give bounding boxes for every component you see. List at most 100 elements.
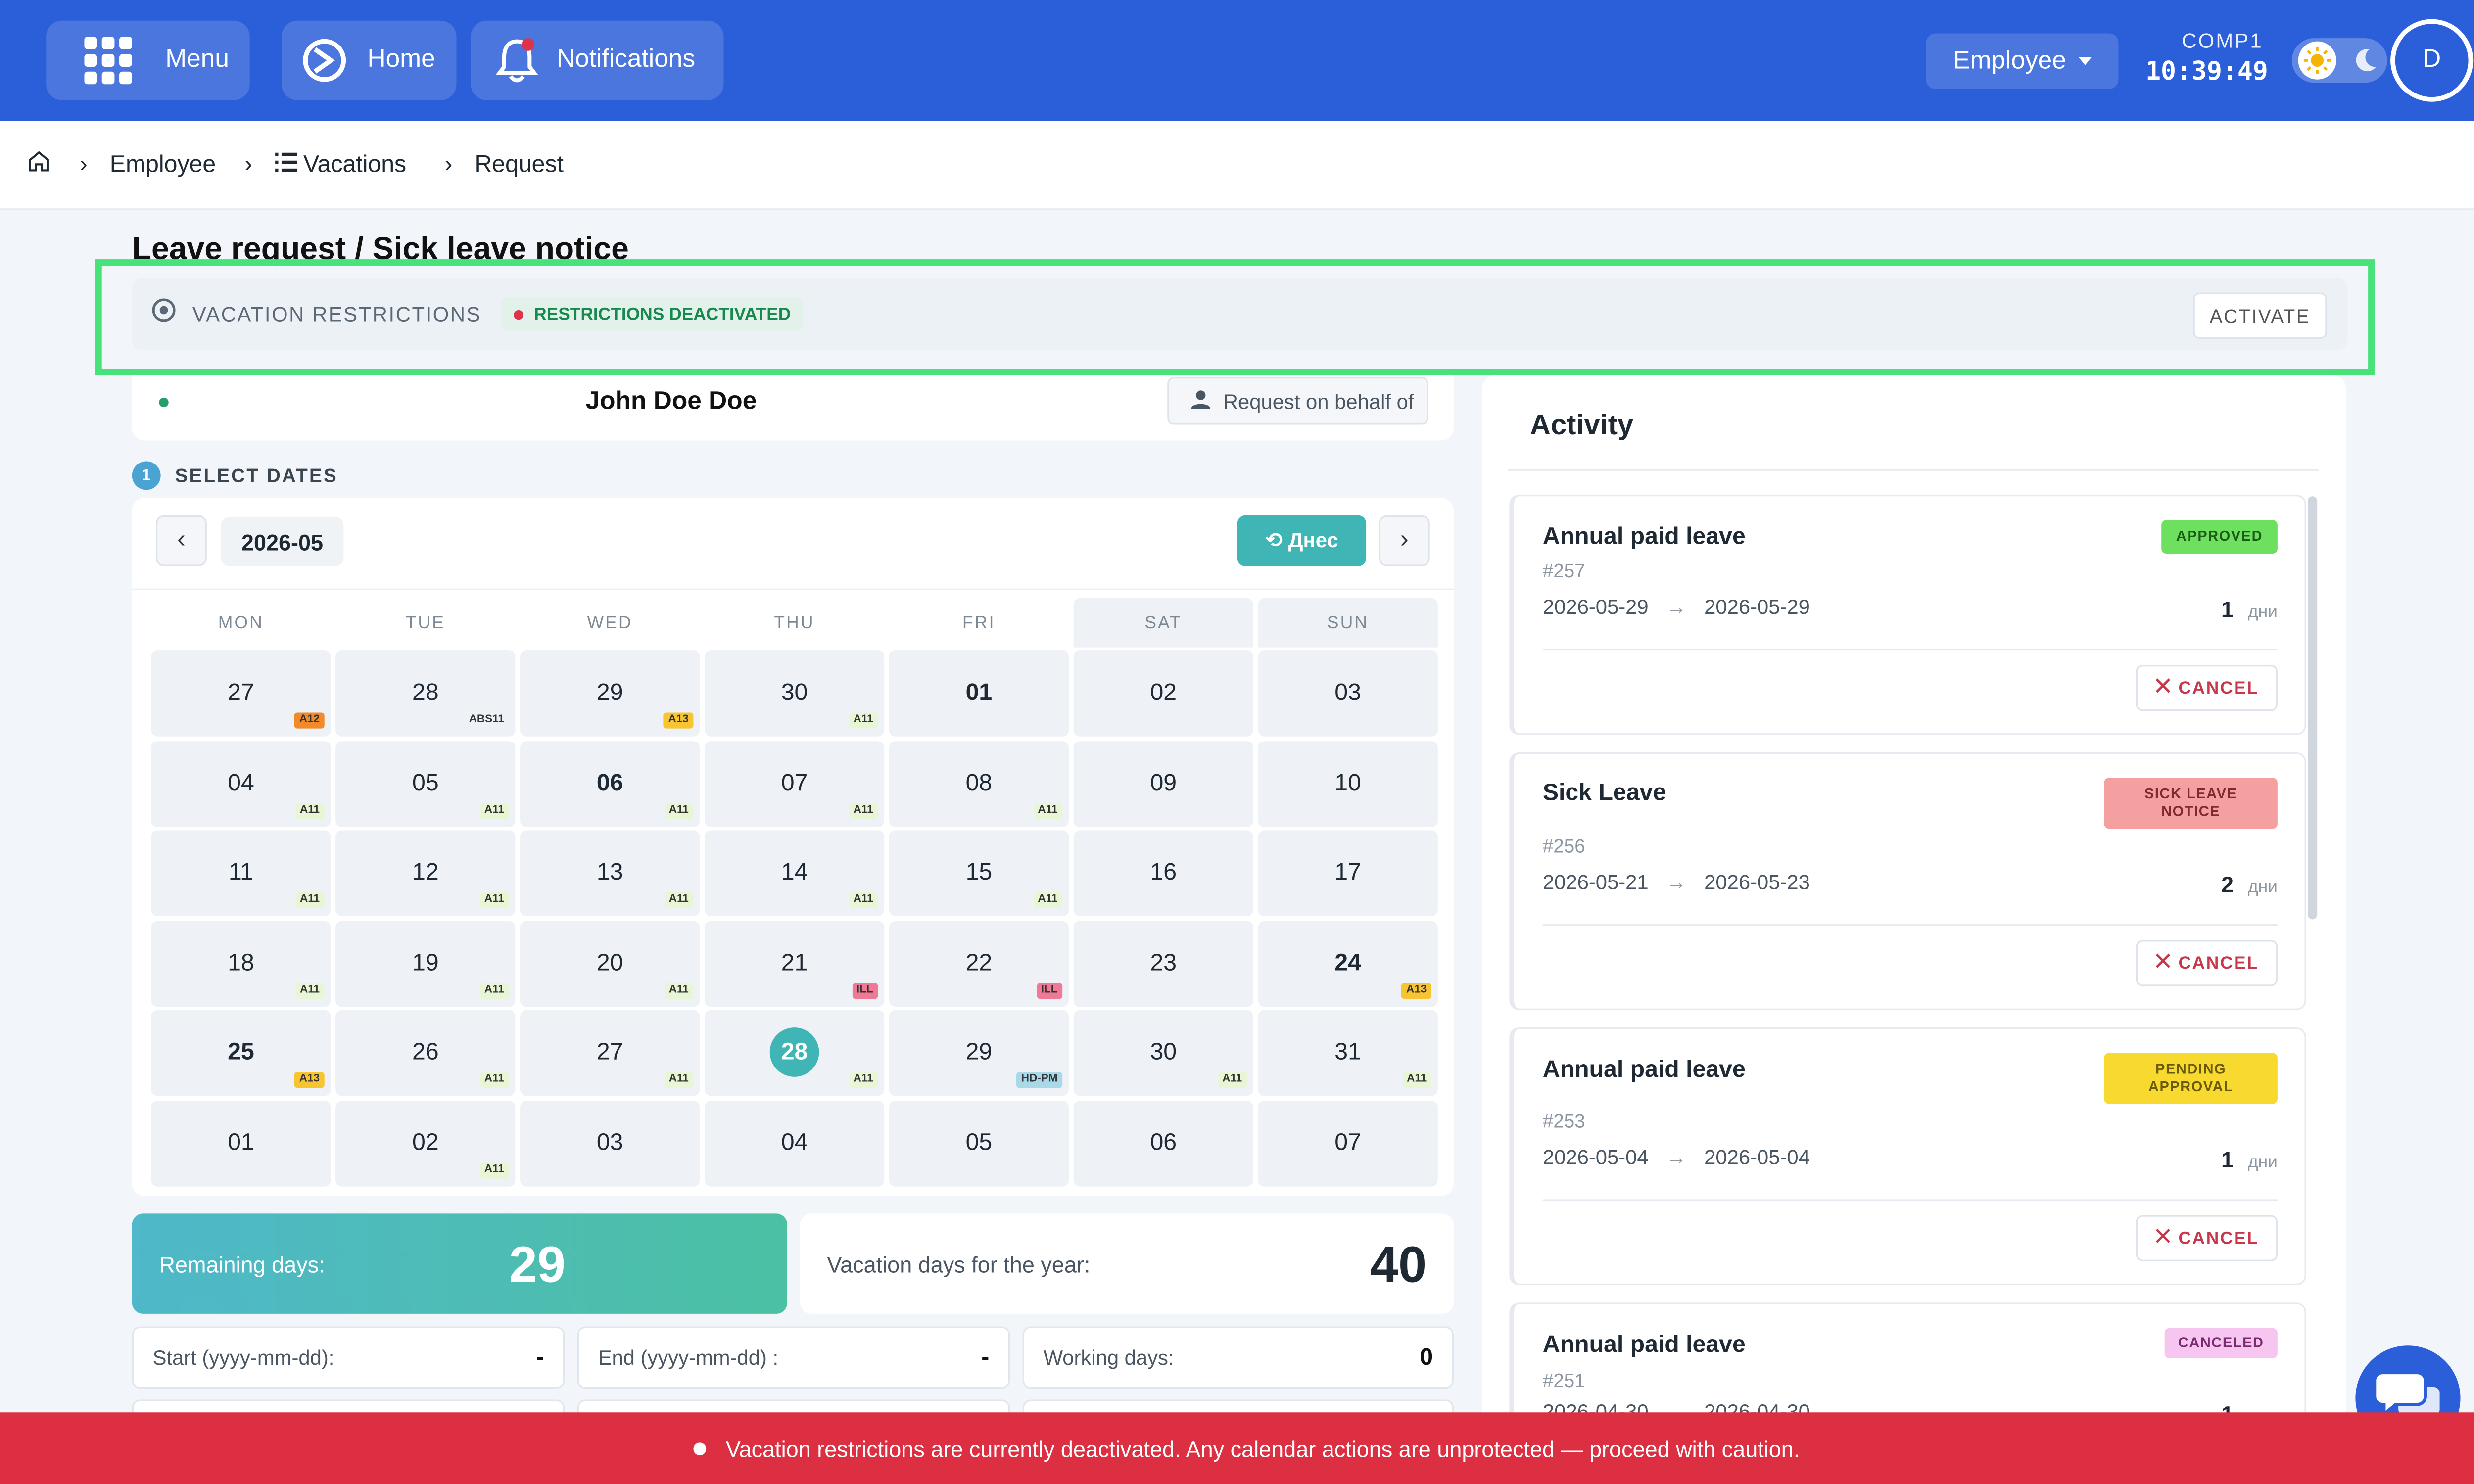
- grid-icon: [84, 36, 132, 85]
- card-divider: [1542, 924, 2278, 926]
- calendar-day[interactable]: 22 ILL: [889, 921, 1069, 1007]
- calendar-day[interactable]: 31 A11: [1258, 1010, 1438, 1096]
- calendar-day[interactable]: 26 A11: [335, 1010, 516, 1096]
- calendar-day[interactable]: 19 A11: [335, 921, 516, 1007]
- calendar-day[interactable]: 05 A11: [335, 741, 516, 828]
- cancel-button[interactable]: CANCEL: [2136, 940, 2278, 986]
- calendar-day-number: 30: [781, 679, 808, 706]
- calendar-day[interactable]: 30 A11: [1073, 1010, 1253, 1096]
- calendar-day[interactable]: 04 A11: [151, 741, 331, 828]
- status-badge: SICK LEAVE NOTICE: [2104, 778, 2278, 829]
- date-to: 2026-05-04: [1704, 1145, 1810, 1169]
- calendar-day[interactable]: 11 A11: [151, 830, 331, 917]
- breadcrumb-vacations[interactable]: Vacations: [275, 151, 406, 178]
- calendar-day[interactable]: 05: [889, 1101, 1069, 1187]
- calendar-day[interactable]: 06: [1073, 1101, 1253, 1187]
- avatar[interactable]: D: [2390, 19, 2474, 102]
- leave-code-tag: A11: [664, 803, 694, 819]
- calendar-day[interactable]: 24 A13: [1258, 921, 1438, 1007]
- cancel-label: CANCEL: [2178, 1228, 2259, 1248]
- calendar-day[interactable]: 27 A11: [520, 1010, 700, 1096]
- cancel-button[interactable]: CANCEL: [2136, 665, 2278, 711]
- calendar-day[interactable]: 27 A12: [151, 650, 331, 737]
- end-date-field[interactable]: End (yyyy-mm-dd) : -: [577, 1326, 1010, 1389]
- calendar-day[interactable]: 13 A11: [520, 830, 700, 917]
- warning-banner: Vacation restrictions are currently deac…: [0, 1412, 2474, 1484]
- calendar-day[interactable]: 28 A11: [704, 1010, 885, 1096]
- role-dropdown[interactable]: Employee: [1926, 33, 2119, 90]
- cancel-button[interactable]: CANCEL: [2136, 1215, 2278, 1261]
- calendar-day[interactable]: 29 HD-PM: [889, 1010, 1069, 1096]
- calendar-day-number: 18: [228, 949, 254, 977]
- calendar-day[interactable]: 23: [1073, 921, 1253, 1007]
- calendar-day[interactable]: 07 A11: [704, 741, 885, 828]
- date-to: 2026-05-29: [1704, 595, 1810, 619]
- user-icon: [1191, 389, 1211, 413]
- calendar-day-number: 01: [228, 1129, 254, 1157]
- weekday-tue: TUE: [405, 613, 446, 633]
- company-name: COMP1: [2182, 28, 2263, 53]
- calendar-day[interactable]: 12 A11: [335, 830, 516, 917]
- home-icon[interactable]: [27, 149, 51, 180]
- theme-toggle[interactable]: [2291, 38, 2387, 83]
- sun-icon: [2298, 41, 2336, 80]
- chevron-right-icon: ›: [244, 151, 253, 179]
- start-date-value: -: [536, 1344, 544, 1371]
- leave-code-tag: A11: [479, 983, 509, 999]
- calendar-day[interactable]: 01: [889, 650, 1069, 737]
- calendar-day[interactable]: 20 A11: [520, 921, 700, 1007]
- calendar-day[interactable]: 02: [1073, 650, 1253, 737]
- calendar-day[interactable]: 06 A11: [520, 741, 700, 828]
- calendar-day[interactable]: 10: [1258, 741, 1438, 828]
- calendar-day-number: 07: [781, 770, 808, 797]
- remaining-days-card: Remaining days: 29: [132, 1213, 788, 1314]
- calendar-day[interactable]: 02 A11: [335, 1101, 516, 1187]
- calendar-day[interactable]: 09: [1073, 741, 1253, 828]
- home-button[interactable]: Home: [281, 20, 457, 100]
- calendar-day-number: 16: [1150, 859, 1177, 886]
- calendar-day[interactable]: 16: [1073, 830, 1253, 917]
- leave-code-tag: A11: [479, 803, 509, 819]
- calendar-day[interactable]: 04: [704, 1101, 885, 1187]
- calendar-day[interactable]: 03: [1258, 650, 1438, 737]
- calendar-day-number: 12: [412, 859, 439, 886]
- calendar-day-number: 02: [412, 1129, 439, 1157]
- breadcrumb-employee[interactable]: Employee: [110, 151, 216, 178]
- close-icon: [2154, 953, 2170, 974]
- month-label[interactable]: 2026-05: [221, 517, 344, 566]
- notifications-button[interactable]: Notifications: [471, 20, 724, 100]
- calendar-day-number: 27: [596, 1038, 623, 1066]
- step-select-dates: 1 SELECT DATES: [132, 461, 338, 490]
- calendar-day[interactable]: 01: [151, 1101, 331, 1187]
- vacation-days-label: Vacation days for the year:: [827, 1252, 1091, 1277]
- vacation-days-card: Vacation days for the year: 40: [800, 1213, 1454, 1314]
- calendar-day[interactable]: 07: [1258, 1101, 1438, 1187]
- calendar-day-number: 11: [228, 859, 253, 886]
- calendar-day[interactable]: 21 ILL: [704, 921, 885, 1007]
- today-button[interactable]: ⟲ Днес: [1237, 515, 1367, 566]
- calendar-day-number: 08: [965, 770, 993, 797]
- prev-month-button[interactable]: ‹: [156, 515, 207, 566]
- calendar-day[interactable]: 15 A11: [889, 830, 1069, 917]
- calendar-day[interactable]: 18 A11: [151, 921, 331, 1007]
- leave-code-tag: A11: [479, 1162, 509, 1179]
- menu-button[interactable]: Menu: [46, 20, 250, 100]
- calendar-day[interactable]: 28 ABS11: [335, 650, 516, 737]
- clock: 10:39:49: [2145, 55, 2268, 86]
- calendar-day[interactable]: 25 A13: [151, 1010, 331, 1096]
- activity-scrollbar[interactable]: [2307, 496, 2318, 920]
- request-on-behalf-button[interactable]: Request on behalf of: [1167, 377, 1428, 425]
- calendar-day[interactable]: 29 A13: [520, 650, 700, 737]
- calendar-day[interactable]: 14 A11: [704, 830, 885, 917]
- calendar-day[interactable]: 08 A11: [889, 741, 1069, 828]
- calendar-day[interactable]: 17: [1258, 830, 1438, 917]
- activity-divider: [1508, 469, 2319, 471]
- leave-type: Annual paid leave: [1542, 1331, 1746, 1358]
- leave-code-tag: A11: [295, 892, 325, 908]
- activity-card: Sick Leave SICK LEAVE NOTICE #256 2026-0…: [1509, 752, 2306, 1010]
- next-month-button[interactable]: ›: [1379, 515, 1430, 566]
- start-date-field[interactable]: Start (yyyy-mm-dd): -: [132, 1326, 565, 1389]
- calendar-day[interactable]: 30 A11: [704, 650, 885, 737]
- calendar-day[interactable]: 03: [520, 1101, 700, 1187]
- calendar-day-number: 02: [1150, 679, 1177, 706]
